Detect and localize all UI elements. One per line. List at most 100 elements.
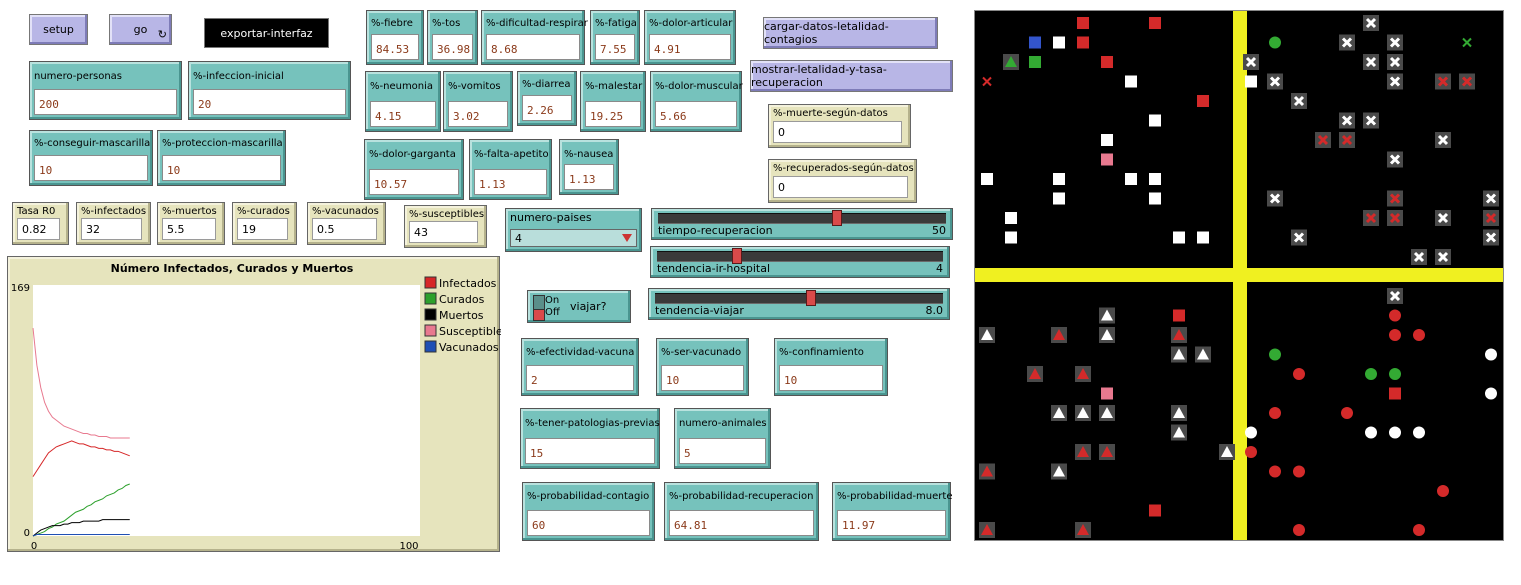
- legend-swatch-vacunados: [424, 340, 437, 353]
- input-value[interactable]: 1.13: [564, 164, 614, 190]
- input-value[interactable]: 10: [162, 155, 281, 181]
- agent-cross: [1291, 229, 1307, 246]
- plot-area: [33, 285, 420, 536]
- input-value[interactable]: 3.02: [448, 101, 508, 127]
- patologias-previas-input[interactable]: %-tener-patologias-previas 15: [520, 408, 660, 469]
- agent-cross: [1387, 34, 1403, 51]
- input-label: %-infeccion-inicial: [193, 71, 284, 82]
- go-button[interactable]: go ↻: [109, 14, 172, 45]
- legend-swatch-muertos: [424, 308, 437, 321]
- falta-apetito-input[interactable]: %-falta-apetito 1.13: [469, 139, 552, 200]
- switch-label: viajar?: [570, 300, 607, 313]
- agent-square: [1053, 173, 1065, 185]
- monitor-value: 0.5: [312, 218, 377, 240]
- chooser-value[interactable]: 4: [510, 229, 637, 247]
- ser-vacunado-input[interactable]: %-ser-vacunado 10: [656, 338, 749, 396]
- dolor-muscular-input[interactable]: %-dolor-muscular 5.66: [650, 71, 743, 132]
- slider-thumb[interactable]: [831, 210, 842, 226]
- switch-track[interactable]: [533, 295, 545, 321]
- slider-track[interactable]: [658, 213, 946, 224]
- forever-icon: ↻: [157, 28, 167, 41]
- probabilidad-contagio-input[interactable]: %-probabilidad-contagio 60: [522, 482, 655, 541]
- exportar-interfaz-button[interactable]: exportar-interfaz: [204, 18, 329, 48]
- diarrea-input[interactable]: %-diarrea 2.26: [517, 71, 577, 126]
- mostrar-letalidad-button[interactable]: mostrar-letalidad-y-tasa-recuperacion: [750, 60, 953, 92]
- agent-square: [1077, 36, 1089, 49]
- input-value[interactable]: 15: [525, 438, 655, 464]
- slider-track[interactable]: [657, 251, 943, 262]
- cargar-datos-button[interactable]: cargar-datos-letalidad-contagios: [763, 17, 938, 49]
- agent-circle: [1485, 387, 1497, 400]
- numero-animales-input[interactable]: numero-animales 5: [674, 408, 771, 469]
- input-value[interactable]: 4.91: [649, 34, 731, 60]
- input-value[interactable]: 7.55: [595, 34, 635, 60]
- confinamiento-input[interactable]: %-confinamiento 10: [774, 338, 888, 396]
- tiempo-recuperacion-slider[interactable]: tiempo-recuperacion 50: [651, 208, 953, 240]
- input-value[interactable]: 10: [661, 365, 744, 391]
- dolor-articular-input[interactable]: %-dolor-articular 4.91: [644, 10, 736, 65]
- efectividad-vacuna-input[interactable]: %-efectividad-vacuna 2: [521, 338, 639, 396]
- input-value[interactable]: 64.81: [669, 510, 814, 536]
- dificultad-respirar-input[interactable]: %-dificultad-respirar 8.68: [481, 10, 588, 65]
- fiebre-input[interactable]: %-fiebre 84.53: [366, 10, 424, 65]
- neumonia-input[interactable]: %-neumonia 4.15: [365, 71, 441, 132]
- input-value[interactable]: 10.57: [369, 169, 459, 195]
- slider-thumb[interactable]: [806, 290, 817, 306]
- agent-circle: [1341, 407, 1353, 419]
- legend-label-susceptibles: Susceptibles: [439, 325, 501, 338]
- vomitos-input[interactable]: %-vomitos 3.02: [443, 71, 513, 132]
- agent-cross: [1363, 112, 1379, 129]
- agent-circle: [1485, 348, 1497, 361]
- input-label: %-malestar: [585, 81, 643, 92]
- input-value[interactable]: 60: [527, 510, 650, 536]
- numero-personas-input[interactable]: numero-personas 200: [29, 61, 182, 120]
- input-value[interactable]: 11.97: [837, 510, 946, 536]
- slider-track[interactable]: [655, 293, 943, 304]
- probabilidad-muerte-input[interactable]: %-probabilidad-muerte 11.97: [832, 482, 953, 541]
- world-view[interactable]: [974, 10, 1504, 541]
- input-value[interactable]: 200: [34, 89, 177, 115]
- world-canvas[interactable]: [975, 11, 1503, 540]
- tendencia-ir-hospital-slider[interactable]: tendencia-ir-hospital 4: [650, 246, 950, 278]
- fatiga-input[interactable]: %-fatiga 7.55: [590, 10, 640, 65]
- input-value[interactable]: 1.13: [474, 169, 547, 195]
- viajar-switch[interactable]: On Off viajar?: [527, 290, 631, 323]
- agent-triangle: [1051, 327, 1067, 343]
- input-value[interactable]: 84.53: [371, 34, 419, 60]
- agent-triangle: [1075, 444, 1091, 460]
- switch-knob[interactable]: [534, 309, 544, 320]
- tendencia-viajar-slider[interactable]: tendencia-viajar 8.0: [648, 288, 950, 320]
- curados-monitor: %-curados 19: [232, 202, 297, 245]
- agent-cross: [1459, 73, 1475, 90]
- input-value[interactable]: 19.25: [585, 101, 641, 127]
- probabilidad-recuperacion-input[interactable]: %-probabilidad-recuperacion 64.81: [664, 482, 819, 541]
- vacunados-monitor: %-vacunados 0.5: [307, 202, 386, 245]
- input-value[interactable]: 20: [193, 89, 346, 115]
- agent-square: [1029, 36, 1041, 49]
- conseguir-mascarilla-input[interactable]: %-conseguir-mascarilla 10: [29, 130, 153, 186]
- input-label: %-fatiga: [595, 18, 637, 29]
- input-value[interactable]: 4.15: [370, 101, 436, 127]
- input-label: %-probabilidad-muerte: [837, 491, 953, 502]
- agent-square: [1389, 387, 1401, 400]
- legend-swatch-curados: [424, 292, 437, 305]
- input-value[interactable]: 10: [34, 155, 148, 181]
- setup-button[interactable]: setup: [29, 14, 88, 45]
- input-value[interactable]: 2: [526, 365, 634, 391]
- dolor-garganta-input[interactable]: %-dolor-garganta 10.57: [364, 139, 464, 200]
- infeccion-inicial-input[interactable]: %-infeccion-inicial 20: [188, 61, 351, 120]
- tos-input[interactable]: %-tos 36.98: [427, 10, 478, 65]
- numero-paises-chooser[interactable]: numero-paises 4: [505, 208, 642, 252]
- input-value[interactable]: 10: [779, 365, 883, 391]
- agent-cross: [1387, 288, 1403, 304]
- input-value[interactable]: 5.66: [655, 101, 737, 127]
- input-value[interactable]: 36.98: [432, 34, 473, 60]
- slider-value: 4: [936, 262, 943, 275]
- nausea-input[interactable]: %-nausea 1.13: [559, 139, 619, 195]
- proteccion-mascarilla-input[interactable]: %-proteccion-mascarilla 10: [157, 130, 286, 186]
- agent-square: [1005, 231, 1017, 244]
- input-value[interactable]: 8.68: [486, 34, 580, 60]
- input-value[interactable]: 5: [679, 438, 766, 464]
- malestar-input[interactable]: %-malestar 19.25: [580, 71, 646, 132]
- input-value[interactable]: 2.26: [522, 95, 572, 121]
